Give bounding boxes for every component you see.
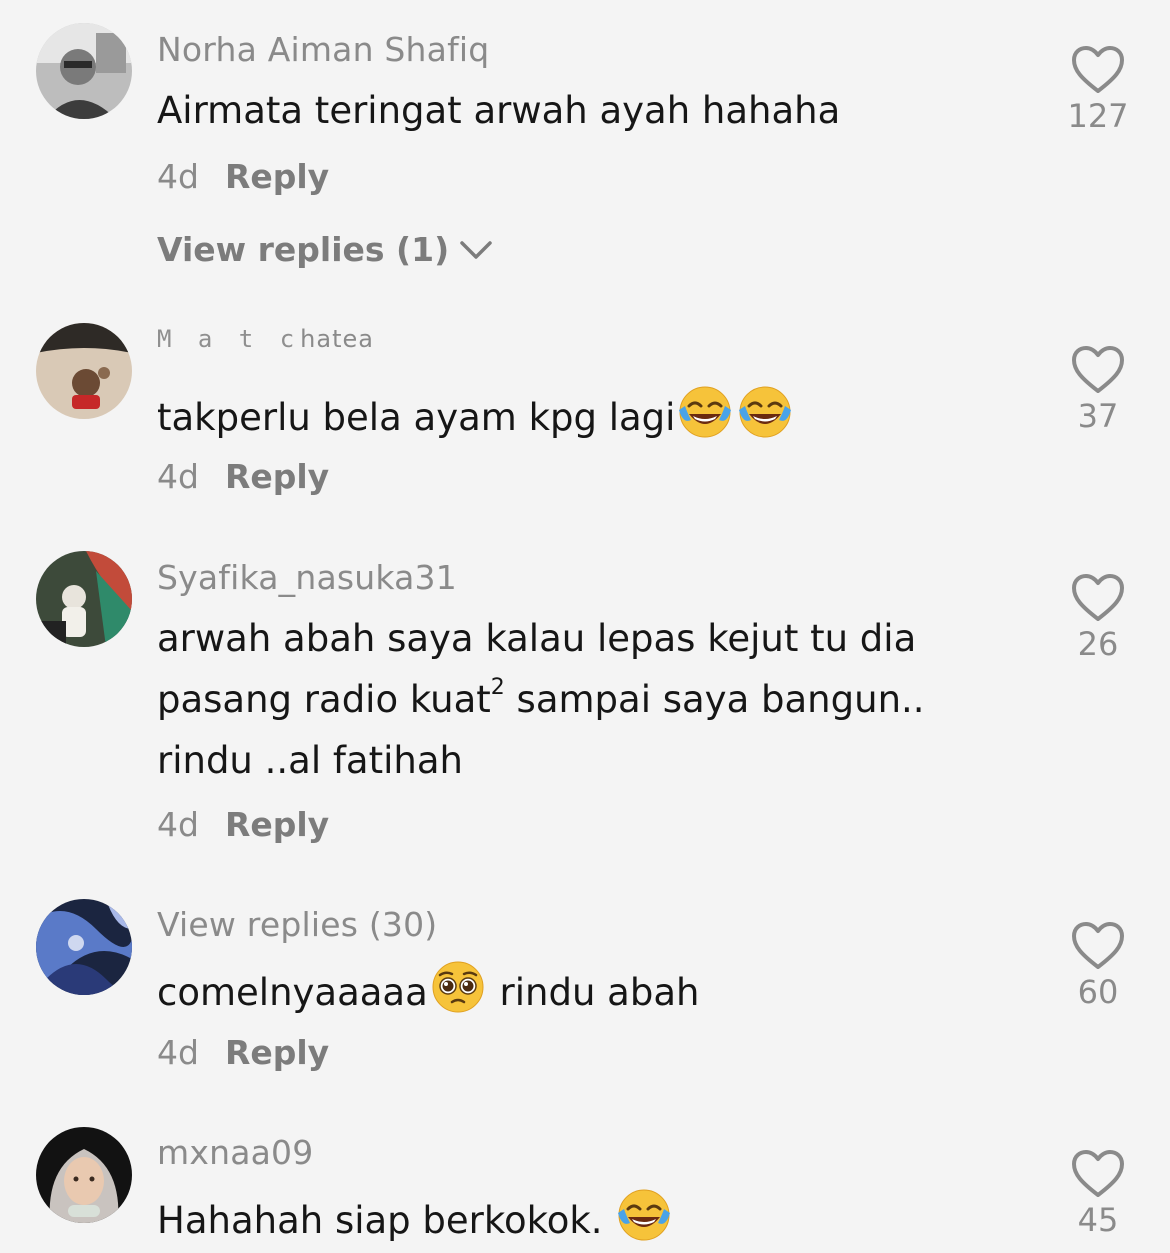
like-count: 26 bbox=[1077, 625, 1119, 663]
comment-date: 4d bbox=[157, 805, 199, 844]
like-button[interactable]: 26 bbox=[1060, 573, 1136, 663]
like-button[interactable]: 45 bbox=[1060, 1149, 1136, 1239]
heart-icon bbox=[1072, 1150, 1124, 1197]
like-count: 127 bbox=[1067, 97, 1129, 135]
face-with-tears-of-joy-icon bbox=[677, 384, 733, 440]
like-button[interactable]: 60 bbox=[1060, 921, 1136, 1011]
comment-date: 4d bbox=[157, 457, 199, 496]
avatar[interactable] bbox=[36, 1127, 132, 1223]
view-replies-button[interactable]: View replies (1) bbox=[157, 230, 493, 269]
avatar[interactable] bbox=[36, 23, 132, 119]
reply-button[interactable]: Reply bbox=[225, 457, 329, 496]
face-with-tears-of-joy-icon bbox=[616, 1187, 672, 1243]
view-replies-label: View replies (1) bbox=[157, 230, 450, 269]
comment-username[interactable]: Norha Aiman Shafiq bbox=[157, 30, 489, 69]
comment-username[interactable]: M a t chatea bbox=[157, 325, 374, 353]
like-count: 45 bbox=[1077, 1201, 1119, 1239]
heart-icon bbox=[1072, 574, 1124, 621]
avatar[interactable] bbox=[36, 551, 132, 647]
reply-button[interactable]: Reply bbox=[225, 805, 329, 844]
comment-username[interactable]: mxnaa09 bbox=[157, 1133, 313, 1172]
like-count: 60 bbox=[1077, 973, 1119, 1011]
comment-username[interactable]: View replies (30) bbox=[157, 905, 437, 944]
comment-text: arwah abah saya kalau lepas kejut tu dia… bbox=[157, 617, 925, 782]
avatar[interactable] bbox=[36, 323, 132, 419]
face-with-tears-of-joy-icon bbox=[737, 384, 793, 440]
heart-icon bbox=[1072, 46, 1124, 93]
reply-button[interactable]: Reply bbox=[225, 1033, 329, 1072]
like-count: 37 bbox=[1077, 397, 1119, 435]
comment-text: Airmata teringat arwah ayah hahaha bbox=[157, 89, 841, 132]
reply-button[interactable]: Reply bbox=[225, 157, 329, 196]
avatar[interactable] bbox=[36, 899, 132, 995]
comment-username[interactable]: Syafika_nasuka31 bbox=[157, 558, 457, 597]
comments-list: Norha Aiman Shafiq Airmata teringat arwa… bbox=[0, 0, 1170, 1253]
comment-meta: 4d Reply bbox=[157, 805, 329, 844]
comment-meta: 4d Reply bbox=[157, 457, 329, 496]
chevron-down-icon bbox=[460, 240, 492, 259]
comment-date: 4d bbox=[157, 157, 199, 196]
comment-meta: 4d Reply bbox=[157, 1033, 329, 1072]
heart-icon bbox=[1072, 346, 1124, 393]
comment-text: Hahahah siap berkokok. bbox=[157, 1187, 1017, 1251]
heart-icon bbox=[1072, 922, 1124, 969]
pleading-face-icon bbox=[430, 959, 486, 1015]
comment-text: takperlu bela ayam kpg lagi bbox=[157, 384, 1017, 448]
like-button[interactable]: 127 bbox=[1060, 45, 1136, 135]
comment-date: 4d bbox=[157, 1033, 199, 1072]
comment-meta: 4d Reply bbox=[157, 157, 329, 196]
like-button[interactable]: 37 bbox=[1060, 345, 1136, 435]
comment-text: comelnyaaaaa rindu abah bbox=[157, 959, 1017, 1023]
